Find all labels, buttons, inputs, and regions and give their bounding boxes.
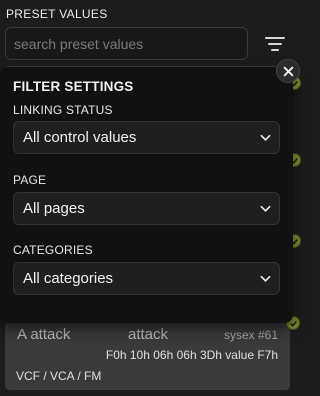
categories-select[interactable]: All categories [13, 262, 280, 295]
close-icon [283, 66, 293, 76]
chevron-down-icon [260, 205, 271, 212]
section-title: PRESET VALUES [6, 7, 108, 21]
search-input[interactable] [5, 27, 248, 60]
preset-tags: VCF / VCA / FM [16, 369, 102, 383]
linking-status-value: All control values [23, 129, 137, 146]
page-label: PAGE [13, 173, 47, 187]
preset-card[interactable]: A attack attack sysex #61 F0h 10h 06h 06… [5, 322, 290, 390]
preset-sysex-label: sysex #61 [223, 328, 278, 342]
page-select[interactable]: All pages [13, 192, 280, 225]
chevron-down-icon [260, 134, 271, 141]
preset-parameter: attack [128, 326, 169, 343]
categories-label: CATEGORIES [13, 243, 93, 257]
linking-status-label: LINKING STATUS [13, 103, 113, 117]
linking-status-select[interactable]: All control values [13, 121, 280, 154]
preset-name: A attack [17, 326, 71, 343]
filter-icon[interactable] [262, 32, 288, 56]
chevron-down-icon [260, 275, 271, 282]
filter-settings-panel: FILTER SETTINGS LINKING STATUS All contr… [0, 67, 293, 323]
preset-sysex-bytes: F0h 10h 06h 06h 3Dh value F7h [105, 348, 278, 362]
categories-value: All categories [23, 270, 114, 287]
close-button[interactable] [276, 59, 300, 83]
panel-title: FILTER SETTINGS [13, 79, 134, 94]
page-value: All pages [23, 200, 85, 217]
